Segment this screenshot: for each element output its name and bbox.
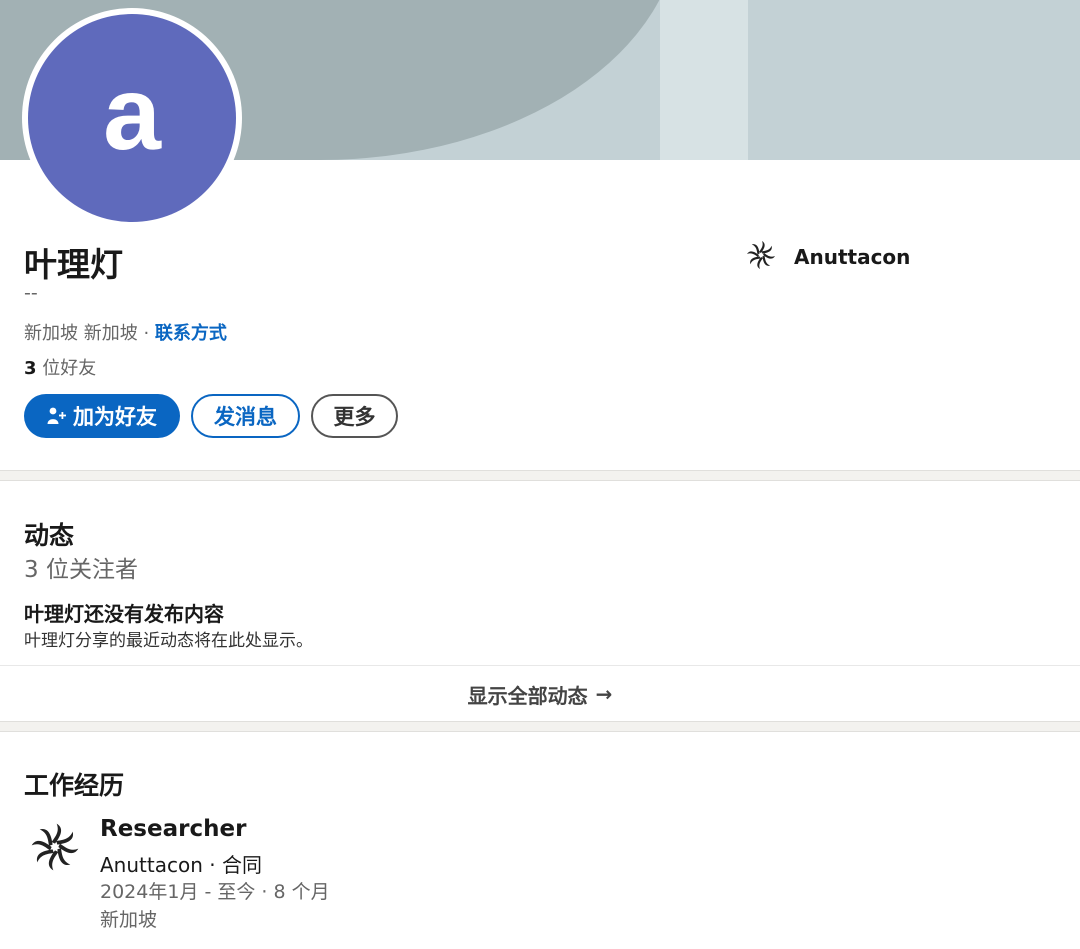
- experience-role: Researcher: [100, 816, 247, 842]
- profile-location: 新加坡 新加坡 · 联系方式: [24, 319, 227, 345]
- show-all-activity-button[interactable]: 显示全部动态 →: [0, 666, 1080, 722]
- connections-number: 3: [24, 358, 37, 379]
- more-label: 更多: [333, 405, 376, 429]
- connect-label: 加为好友: [73, 405, 157, 429]
- profile-headline: --: [24, 282, 38, 304]
- experience-dates: 2024年1月 - 至今 · 8 个月: [100, 881, 330, 903]
- profile-name: 叶理灯: [24, 245, 123, 284]
- activity-empty-subtitle: 叶理灯分享的最近动态将在此处显示。: [24, 631, 313, 651]
- arrow-right-icon: →: [595, 682, 613, 706]
- show-all-label: 显示全部动态: [467, 683, 588, 708]
- message-button[interactable]: 发消息: [191, 394, 300, 438]
- location-text: 新加坡 新加坡 ·: [24, 323, 155, 344]
- connect-button[interactable]: 加为好友: [24, 394, 180, 438]
- activity-empty-title: 叶理灯还没有发布内容: [24, 602, 224, 626]
- add-person-icon: [47, 407, 67, 425]
- avatar-letter: a: [103, 56, 161, 172]
- message-label: 发消息: [214, 405, 277, 429]
- more-button[interactable]: 更多: [311, 394, 398, 438]
- anuttacon-logo-icon: [746, 240, 776, 274]
- experience-company: Anuttacon · 合同: [100, 853, 262, 877]
- experience-location: 新加坡: [100, 909, 158, 931]
- banner-stripe: [660, 0, 748, 160]
- activity-title: 动态: [24, 521, 75, 550]
- avatar-circle: a: [28, 14, 236, 222]
- connections-count[interactable]: 3 位好友: [24, 354, 96, 380]
- current-company-name: Anuttacon: [794, 245, 911, 269]
- followers-count: 3 位关注者: [24, 557, 138, 583]
- section-divider: [0, 721, 1080, 732]
- connections-label: 位好友: [36, 358, 97, 379]
- experience-title: 工作经历: [24, 771, 125, 800]
- anuttacon-logo-icon[interactable]: [30, 822, 80, 876]
- contact-info-link[interactable]: 联系方式: [155, 323, 227, 344]
- section-divider: [0, 470, 1080, 481]
- avatar[interactable]: a: [22, 8, 242, 228]
- current-company[interactable]: Anuttacon: [746, 240, 910, 274]
